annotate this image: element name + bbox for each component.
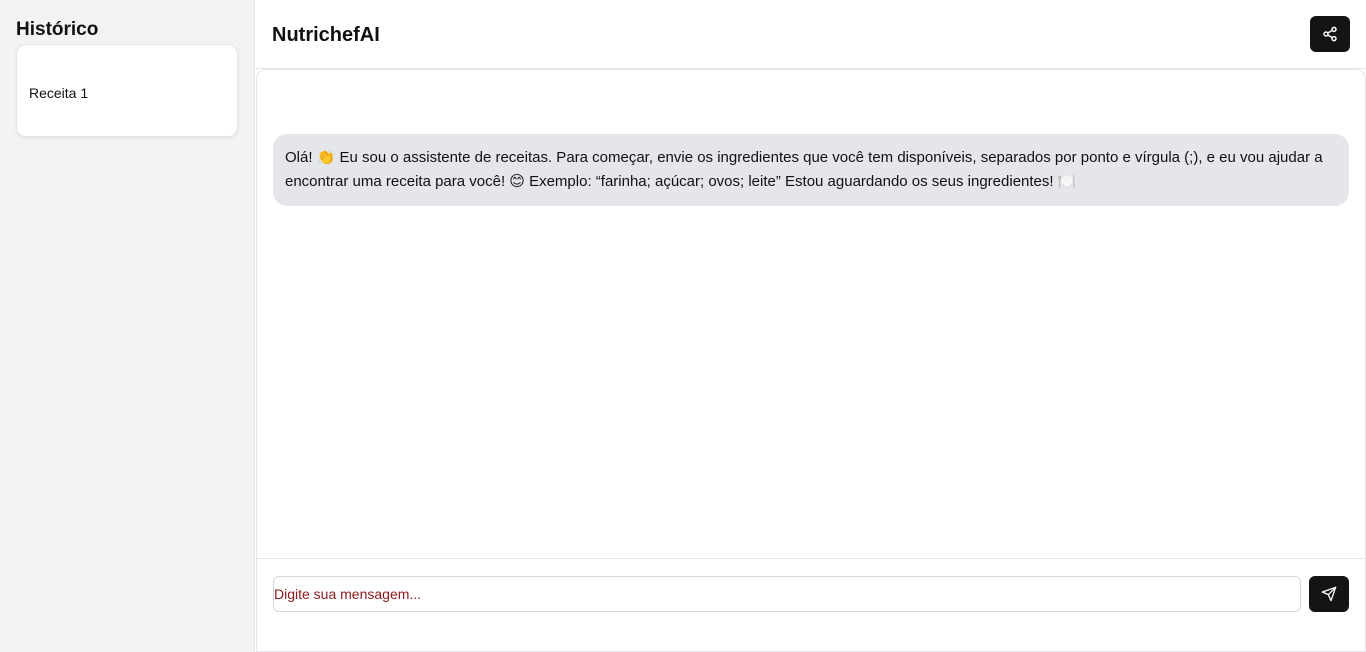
sidebar-title: Histórico bbox=[16, 19, 99, 40]
send-icon bbox=[1321, 586, 1337, 602]
history-sidebar: Histórico Receita 1 bbox=[0, 0, 255, 652]
send-button[interactable] bbox=[1309, 576, 1349, 612]
message-composer bbox=[257, 558, 1365, 651]
history-item-receita-1[interactable]: Receita 1 bbox=[16, 44, 238, 137]
chat-panel: Olá! 👏 Eu sou o assistente de receitas. … bbox=[256, 69, 1366, 652]
app-title: NutrichefAI bbox=[272, 24, 380, 46]
app-window: Histórico Receita 1 NutrichefAI Olá! 👏 E… bbox=[0, 0, 1366, 652]
message-input[interactable] bbox=[273, 576, 1301, 612]
top-header: NutrichefAI bbox=[256, 0, 1366, 69]
share-icon bbox=[1323, 26, 1337, 42]
share-button[interactable] bbox=[1310, 16, 1350, 52]
assistant-message: Olá! 👏 Eu sou o assistente de receitas. … bbox=[273, 134, 1349, 206]
history-item-label: Receita 1 bbox=[29, 85, 89, 101]
